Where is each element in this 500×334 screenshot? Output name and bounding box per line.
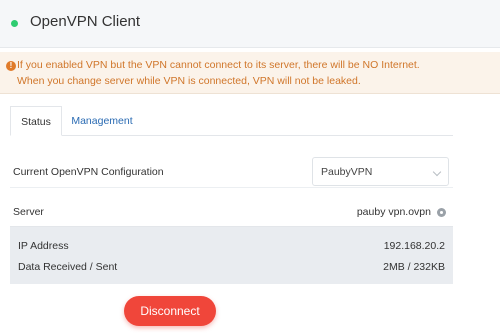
connection-status-dot: [11, 20, 18, 27]
config-row: Current OpenVPN Configuration PaubyVPN: [10, 156, 453, 188]
warning-line-1: If you enabled VPN but the VPN cannot co…: [17, 59, 420, 71]
tab-bar: Status Management: [10, 106, 453, 136]
ip-address-value: 192.168.20.2: [383, 240, 445, 252]
config-select[interactable]: PaubyVPN: [312, 157, 449, 186]
page-title: OpenVPN Client: [30, 13, 141, 30]
warning-banner: ! If you enabled VPN but the VPN cannot …: [0, 52, 500, 94]
disconnect-button[interactable]: Disconnect: [124, 296, 216, 326]
data-transfer-value: 2MB / 232KB: [383, 261, 445, 273]
gear-icon[interactable]: [437, 208, 446, 217]
server-value: pauby vpn.ovpn: [356, 206, 431, 218]
config-label: Current OpenVPN Configuration: [13, 166, 164, 178]
header-bar: OpenVPN Client: [0, 0, 500, 48]
server-label: Server: [13, 206, 44, 218]
tab-status[interactable]: Status: [10, 106, 62, 136]
tab-management[interactable]: Management: [64, 106, 140, 136]
connection-info-panel: IP Address 192.168.20.2 Data Received / …: [10, 227, 453, 284]
exclamation-circle-icon: !: [6, 61, 16, 71]
data-transfer-label: Data Received / Sent: [18, 261, 118, 273]
ip-address-label: IP Address: [18, 240, 69, 252]
chevron-down-icon: [432, 167, 442, 177]
server-row: Server pauby vpn.ovpn: [10, 197, 453, 227]
config-select-value: PaubyVPN: [321, 166, 373, 178]
warning-line-2: When you change server while VPN is conn…: [17, 75, 361, 87]
